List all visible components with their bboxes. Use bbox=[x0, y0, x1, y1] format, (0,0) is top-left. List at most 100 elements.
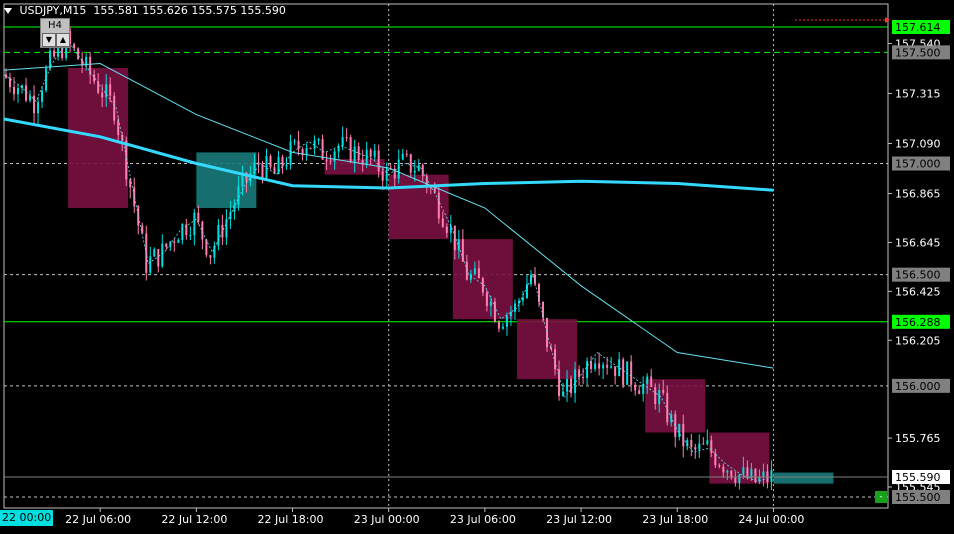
candle-body bbox=[722, 466, 725, 473]
candle-body bbox=[73, 44, 76, 49]
candle-body bbox=[441, 218, 444, 227]
candle-body bbox=[37, 101, 40, 114]
price-label: 157.500 bbox=[895, 46, 941, 59]
candle-body bbox=[101, 92, 104, 98]
candle-body bbox=[137, 206, 140, 226]
candle-body bbox=[405, 153, 408, 155]
candle-body bbox=[129, 179, 132, 188]
price-label: 155.590 bbox=[895, 471, 941, 484]
x-tick-label: 23 Jul 18:00 bbox=[642, 513, 708, 526]
price-label: 156.000 bbox=[895, 380, 941, 393]
candle-body bbox=[690, 440, 693, 448]
candle-body bbox=[181, 224, 184, 240]
x-tick-label: 23 Jul 06:00 bbox=[450, 513, 516, 526]
candle-body bbox=[417, 164, 420, 171]
candle-body bbox=[497, 321, 500, 329]
y-tick-label: 157.315 bbox=[895, 87, 941, 100]
candle-body bbox=[13, 86, 16, 95]
minimize-button[interactable]: - bbox=[875, 491, 887, 503]
candle-body bbox=[513, 303, 516, 312]
x-tick-label: 22 Jul 18:00 bbox=[258, 513, 324, 526]
candle-body bbox=[445, 226, 448, 233]
timeframe-up-button[interactable]: ▲ bbox=[56, 33, 70, 47]
candle-body bbox=[293, 140, 296, 142]
candle-body bbox=[646, 376, 649, 385]
candle-body bbox=[209, 255, 212, 258]
candle-body bbox=[285, 165, 288, 167]
candle-body bbox=[381, 171, 384, 181]
price-chart[interactable]: 157.540157.315157.090156.865156.645156.4… bbox=[0, 0, 954, 530]
candle-body bbox=[369, 149, 372, 157]
candle-body bbox=[586, 361, 589, 378]
candle-body bbox=[650, 376, 653, 387]
candle-body bbox=[193, 212, 196, 235]
candle-body bbox=[377, 150, 380, 172]
candle-body bbox=[189, 234, 192, 236]
candle-body bbox=[357, 146, 360, 161]
dropdown-triangle-icon[interactable] bbox=[4, 8, 12, 14]
candle-body bbox=[594, 363, 597, 369]
candle-body bbox=[453, 225, 456, 251]
candle-body bbox=[638, 390, 641, 394]
candle-body bbox=[221, 224, 224, 238]
candle-body bbox=[630, 361, 633, 385]
candle-body bbox=[305, 147, 308, 156]
candle-body bbox=[570, 378, 573, 394]
price-label: 157.000 bbox=[895, 158, 941, 171]
candle-body bbox=[257, 162, 260, 166]
candle-body bbox=[473, 268, 476, 274]
candle-body bbox=[554, 349, 557, 370]
candle-body bbox=[546, 317, 549, 348]
candle-body bbox=[149, 256, 152, 273]
candle-body bbox=[754, 468, 757, 482]
candle-body bbox=[161, 243, 164, 267]
candle-body bbox=[53, 50, 56, 57]
candle-body bbox=[582, 377, 585, 379]
y-tick-label: 156.645 bbox=[895, 236, 941, 249]
candle-body bbox=[770, 470, 773, 482]
candle-body bbox=[706, 440, 709, 445]
x-tick-label: 23 Jul 12:00 bbox=[546, 513, 612, 526]
candle-body bbox=[746, 467, 749, 479]
candle-body bbox=[642, 384, 645, 394]
candle-body bbox=[281, 156, 284, 167]
timeframe-switcher[interactable]: H4 ▼ ▲ bbox=[40, 18, 70, 48]
candle-body bbox=[345, 137, 348, 139]
candle-body bbox=[678, 423, 681, 437]
candle-body bbox=[477, 268, 480, 279]
price-label: 156.288 bbox=[895, 316, 941, 329]
candle-body bbox=[666, 392, 669, 423]
candle-body bbox=[409, 154, 412, 173]
y-tick-label: 156.865 bbox=[895, 188, 941, 201]
symbol-name: USDJPY,M15 bbox=[19, 4, 87, 17]
chart-area[interactable]: 157.540 157.315 157.090 156.865 156.645 156.4… bbox=[0, 0, 954, 530]
candle-body bbox=[165, 243, 168, 248]
candle-body bbox=[698, 443, 701, 450]
candle-body bbox=[113, 95, 116, 121]
candle-body bbox=[341, 137, 344, 146]
candle-body bbox=[421, 164, 424, 177]
candle-body bbox=[525, 284, 528, 298]
candle-body bbox=[533, 274, 536, 284]
candle-body bbox=[602, 364, 605, 369]
candle-body bbox=[694, 447, 697, 450]
candle-body bbox=[309, 147, 312, 149]
timeframe-down-button[interactable]: ▼ bbox=[42, 33, 56, 47]
candle-body bbox=[449, 225, 452, 233]
candle-body bbox=[493, 301, 496, 322]
candle-body bbox=[742, 467, 745, 475]
low-price: 155.575 bbox=[191, 4, 237, 17]
candle-body bbox=[177, 239, 180, 243]
candle-body bbox=[614, 366, 617, 377]
candle-body bbox=[509, 311, 512, 316]
candle-body bbox=[153, 249, 156, 257]
open-price: 155.581 bbox=[93, 4, 139, 17]
candle-body bbox=[261, 165, 264, 179]
candle-body bbox=[401, 153, 404, 160]
candle-body bbox=[77, 48, 80, 60]
candle-body bbox=[397, 159, 400, 179]
candle-body bbox=[457, 239, 460, 251]
candle-body bbox=[269, 155, 272, 168]
candle-body bbox=[738, 474, 741, 483]
candle-body bbox=[29, 95, 32, 101]
